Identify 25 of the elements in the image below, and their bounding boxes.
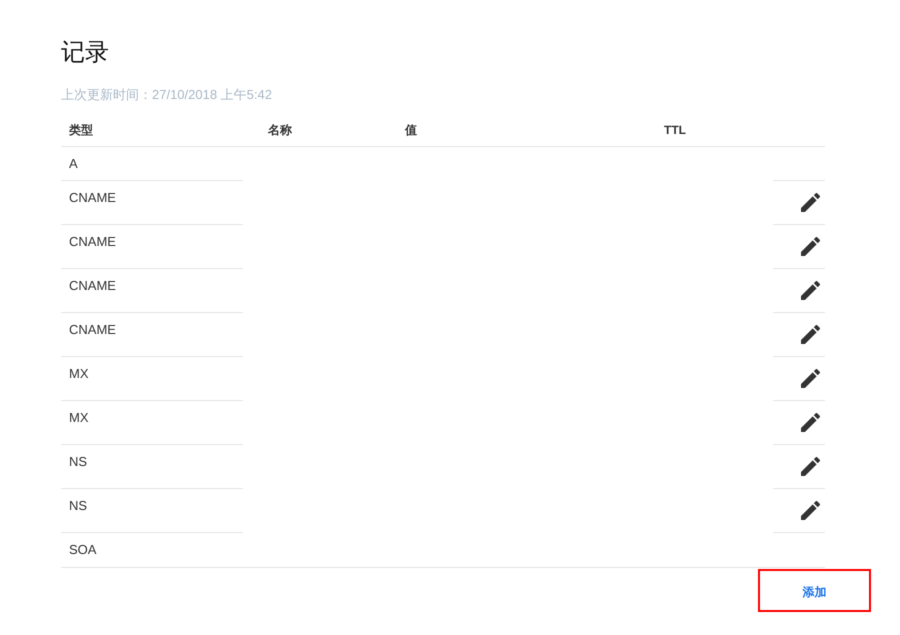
edit-icon[interactable] bbox=[801, 281, 820, 300]
record-type: NS bbox=[69, 498, 88, 513]
last-updated-text: 上次更新时间：27/10/2018 上午5:42 bbox=[61, 87, 272, 102]
edit-icon[interactable] bbox=[801, 193, 820, 212]
record-type: CNAME bbox=[69, 190, 116, 205]
edit-icon[interactable] bbox=[801, 457, 820, 476]
edit-icon[interactable] bbox=[801, 413, 820, 432]
column-header: 值 bbox=[405, 122, 417, 136]
record-type: NS bbox=[69, 454, 88, 469]
record-type: MX bbox=[69, 410, 88, 425]
add-button[interactable]: 添加 bbox=[758, 569, 871, 612]
record-type: A bbox=[69, 156, 78, 171]
record-type: SOA bbox=[69, 542, 96, 557]
edit-icon[interactable] bbox=[801, 369, 820, 388]
column-header: TTL bbox=[664, 123, 686, 137]
column-header: 名称 bbox=[268, 122, 292, 136]
record-type: CNAME bbox=[69, 234, 116, 249]
edit-icon[interactable] bbox=[801, 237, 820, 256]
column-header: 类型 bbox=[69, 122, 93, 136]
page-title: 记录 bbox=[61, 38, 109, 68]
edit-icon[interactable] bbox=[801, 501, 820, 520]
record-type: MX bbox=[69, 366, 88, 381]
record-type: CNAME bbox=[69, 278, 116, 293]
record-type: CNAME bbox=[69, 322, 116, 337]
edit-icon[interactable] bbox=[801, 325, 820, 344]
